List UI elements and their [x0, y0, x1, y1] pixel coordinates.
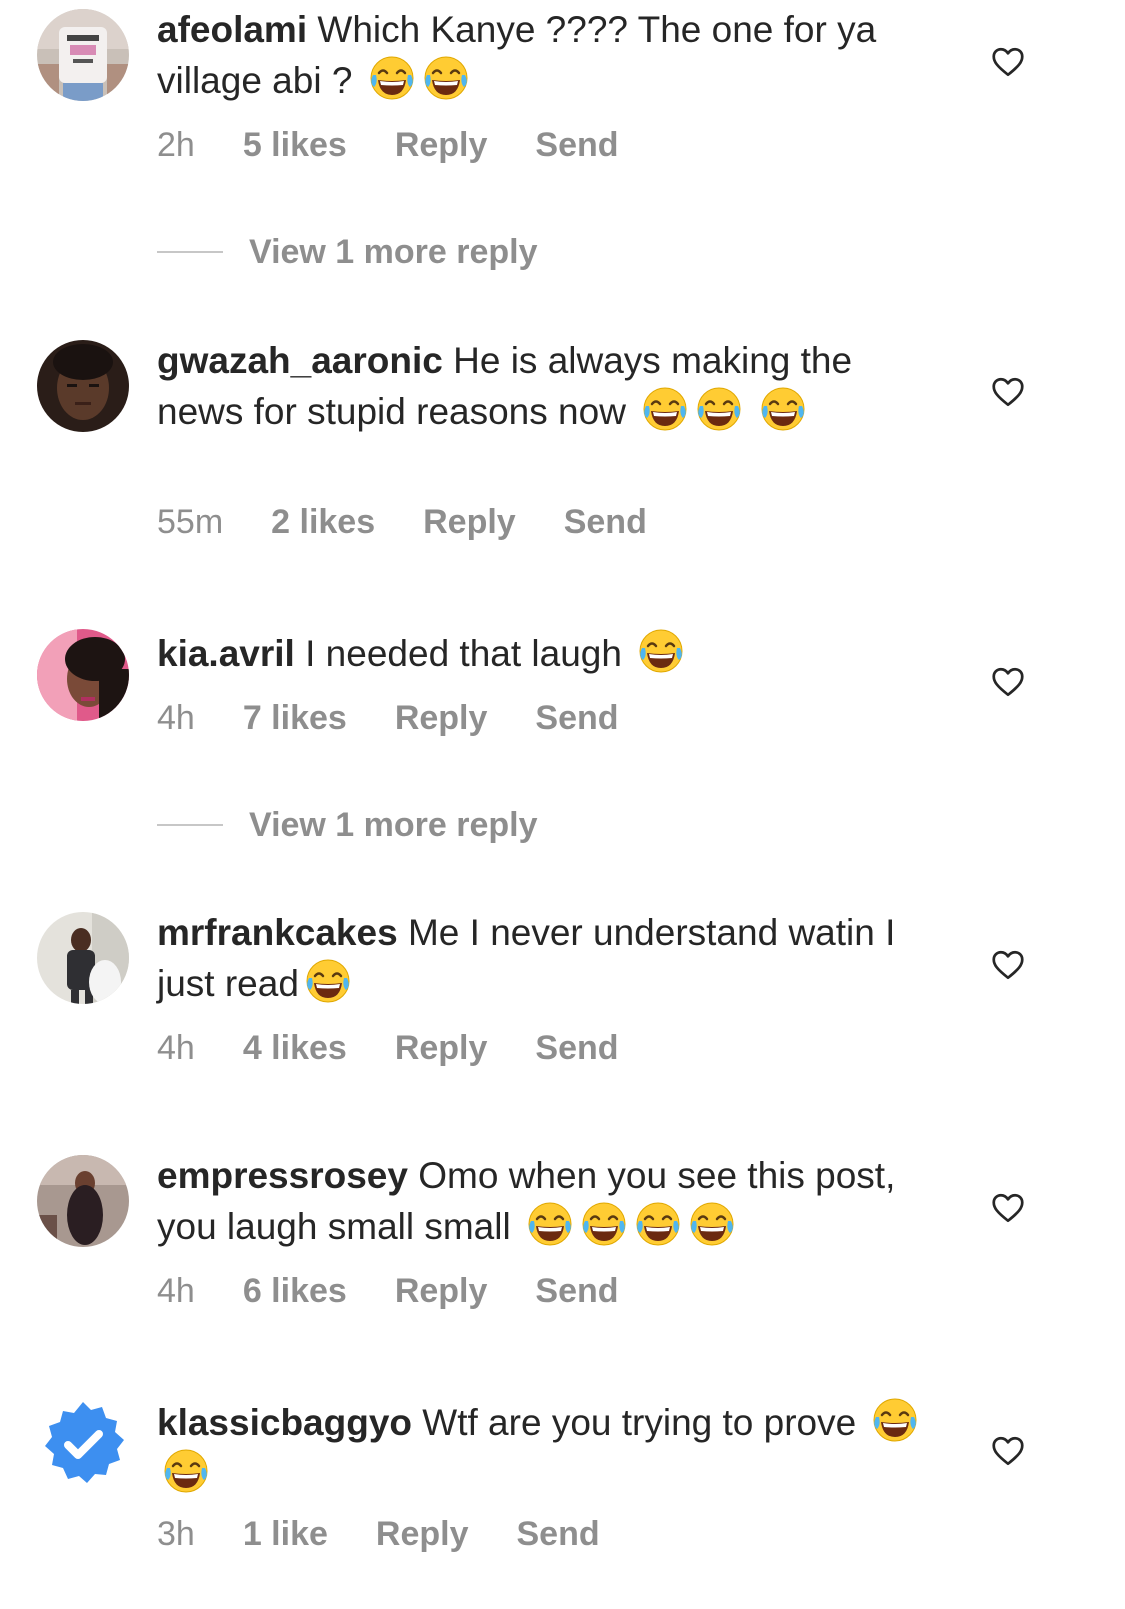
likes-count[interactable]: 2 likes [271, 503, 375, 542]
view-more-replies[interactable]: View 1 more reply [157, 232, 538, 272]
avatar[interactable] [37, 1398, 129, 1490]
comment-time: 4h [157, 1271, 195, 1310]
avatar[interactable] [37, 1155, 129, 1247]
username[interactable]: afeolami [157, 9, 307, 50]
laughing-emoji-icon [525, 1199, 575, 1249]
laughing-emoji-icon [636, 626, 686, 676]
send-button[interactable]: Send [535, 699, 618, 738]
comment-time: 2h [157, 125, 195, 164]
avatar[interactable] [37, 340, 129, 432]
comment-meta: 4h 4 likes Reply Send [157, 1028, 667, 1068]
reply-button[interactable]: Reply [395, 1272, 488, 1311]
comment-meta: 3h 1 like Reply Send [157, 1514, 648, 1554]
laughing-emoji-icon [367, 53, 417, 103]
laughing-emoji-icon [579, 1199, 629, 1249]
view-more-label[interactable]: View 1 more reply [249, 806, 538, 845]
avatar[interactable] [37, 629, 129, 721]
laughing-emoji-icon [633, 1199, 683, 1249]
heart-icon[interactable] [990, 947, 1026, 983]
laughing-emoji-icon [870, 1395, 920, 1445]
heart-icon[interactable] [990, 374, 1026, 410]
verified-badge-icon [37, 1398, 129, 1490]
laughing-emoji-icon [694, 384, 744, 434]
likes-count[interactable]: 6 likes [243, 1272, 347, 1311]
username[interactable]: mrfrankcakes [157, 912, 398, 953]
username[interactable]: empressrosey [157, 1155, 408, 1196]
heart-icon[interactable] [990, 1433, 1026, 1469]
send-button[interactable]: Send [564, 503, 647, 542]
avatar-image [37, 629, 129, 721]
send-button[interactable]: Send [517, 1515, 600, 1554]
comment-time: 4h [157, 698, 195, 737]
comment-meta: 4h 6 likes Reply Send [157, 1271, 667, 1311]
laughing-emoji-icon [758, 384, 808, 434]
comment-body: I needed that laugh [305, 633, 622, 674]
comment-text: klassicbaggyo Wtf are you trying to prov… [157, 1395, 937, 1497]
heart-icon[interactable] [990, 44, 1026, 80]
comment-meta: 4h 7 likes Reply Send [157, 698, 667, 738]
avatar-image [37, 912, 129, 1004]
username[interactable]: kia.avril [157, 633, 295, 674]
comment-text: afeolami Which Kanye ???? The one for ya… [157, 6, 937, 104]
reply-button[interactable]: Reply [423, 503, 516, 542]
comment-meta: 2h 5 likes Reply Send [157, 125, 667, 165]
avatar-image [37, 1155, 129, 1247]
comment-meta: 55m 2 likes Reply Send [157, 502, 695, 542]
reply-button[interactable]: Reply [395, 699, 488, 738]
likes-count[interactable]: 5 likes [243, 126, 347, 165]
laughing-emoji-icon [161, 1446, 211, 1496]
avatar-image [37, 9, 129, 101]
heart-icon[interactable] [990, 664, 1026, 700]
send-button[interactable]: Send [535, 1029, 618, 1068]
laughing-emoji-icon [421, 53, 471, 103]
laughing-emoji-icon [303, 956, 353, 1006]
comment-time: 55m [157, 502, 224, 541]
likes-count[interactable]: 4 likes [243, 1029, 347, 1068]
send-button[interactable]: Send [535, 126, 618, 165]
username[interactable]: klassicbaggyo [157, 1402, 412, 1443]
avatar[interactable] [37, 9, 129, 101]
view-more-label[interactable]: View 1 more reply [249, 233, 538, 272]
heart-icon[interactable] [990, 1190, 1026, 1226]
divider-line [157, 251, 223, 253]
comment-text: kia.avril I needed that laugh [157, 626, 937, 677]
comment-body: Wtf are you trying to prove [422, 1402, 857, 1443]
view-more-replies[interactable]: View 1 more reply [157, 805, 538, 845]
laughing-emoji-icon [687, 1199, 737, 1249]
likes-count[interactable]: 7 likes [243, 699, 347, 738]
divider-line [157, 824, 223, 826]
laughing-emoji-icon [640, 384, 690, 434]
username[interactable]: gwazah_aaronic [157, 340, 443, 381]
reply-button[interactable]: Reply [376, 1515, 469, 1554]
comment-text: mrfrankcakes Me I never understand watin… [157, 909, 937, 1007]
comment-time: 4h [157, 1028, 195, 1067]
avatar[interactable] [37, 912, 129, 1004]
reply-button[interactable]: Reply [395, 126, 488, 165]
comment-text: empressrosey Omo when you see this post,… [157, 1152, 937, 1250]
avatar-image [37, 340, 129, 432]
likes-count[interactable]: 1 like [243, 1515, 328, 1554]
reply-button[interactable]: Reply [395, 1029, 488, 1068]
comment-text: gwazah_aaronic He is always making the n… [157, 337, 937, 435]
comment-time: 3h [157, 1514, 195, 1553]
send-button[interactable]: Send [535, 1272, 618, 1311]
